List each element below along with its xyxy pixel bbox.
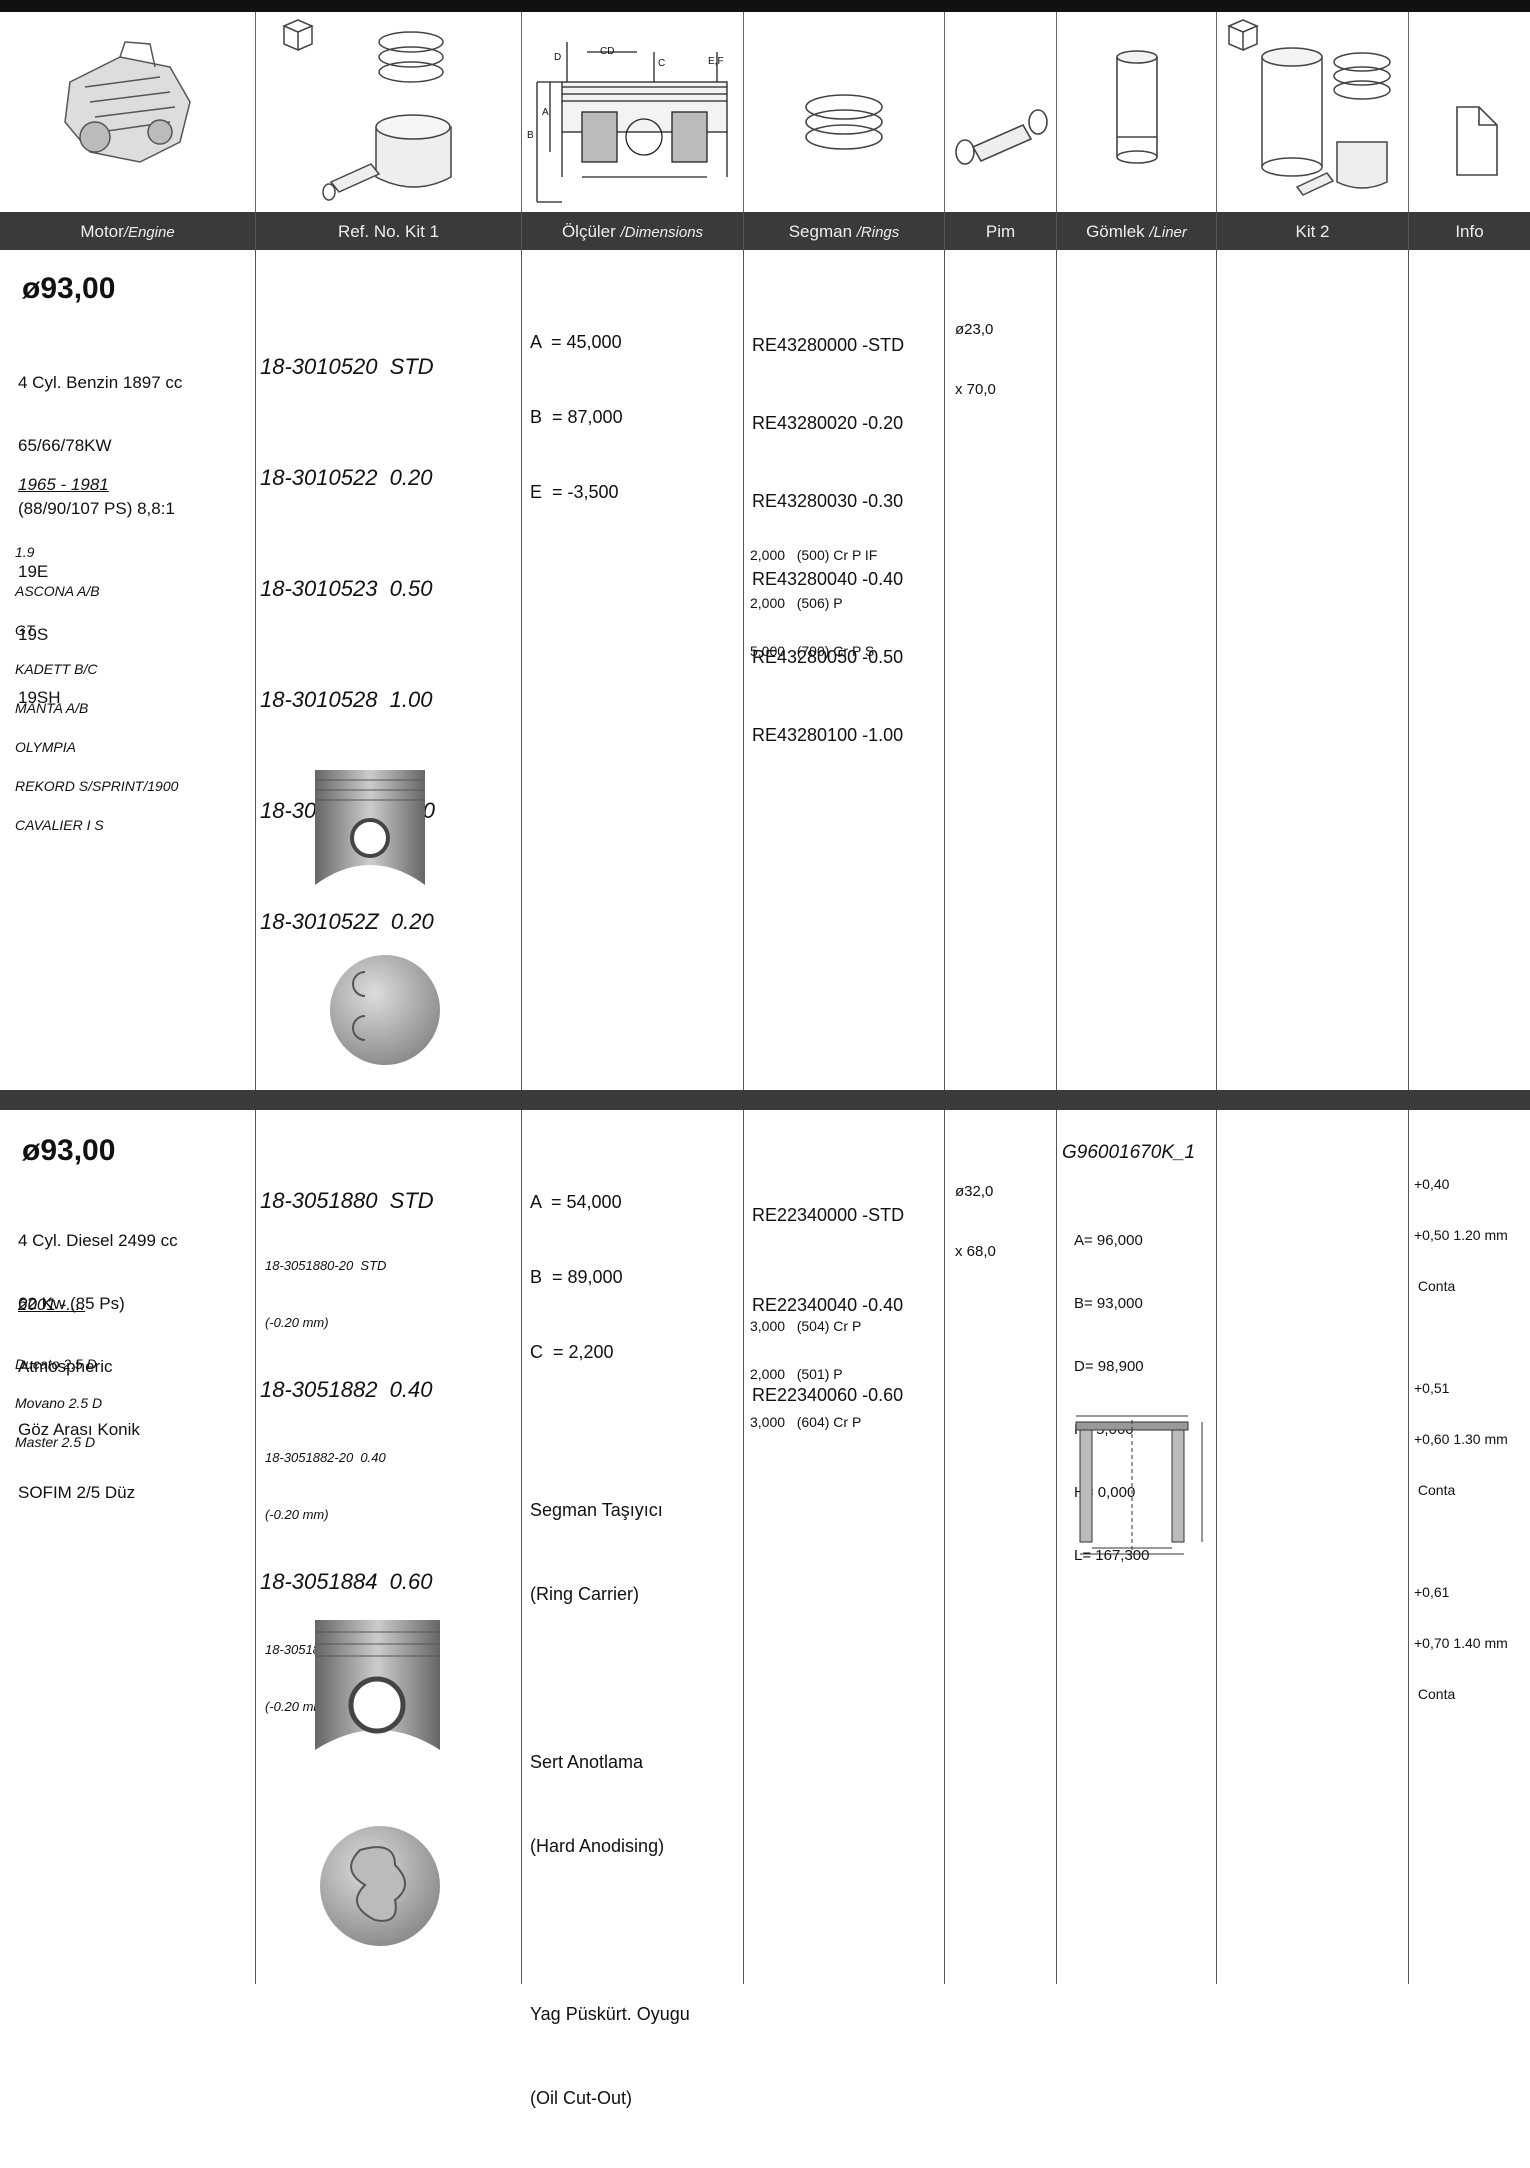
header-liner: Gömlek /Liner <box>1056 212 1216 250</box>
dim-label-a: A <box>542 107 549 118</box>
entry1-years: 1965 - 1981 <box>18 475 109 494</box>
header-pin: Pim <box>944 212 1056 250</box>
dim-label-b: B <box>527 130 534 141</box>
ring-number[interactable]: RE43280000 -STD <box>752 332 904 358</box>
ref-number[interactable]: 18-3010522 0.20 <box>260 459 435 496</box>
liner-cross-section-diagram <box>1075 1415 1203 1555</box>
entry1-diameter: ø93,00 <box>22 272 116 305</box>
entry2-info: +0,40 +0,50 1.20 mm Conta +0,51 +0,60 1.… <box>1414 1176 1508 1702</box>
ring-number[interactable]: RE43280030 -0.30 <box>752 488 904 514</box>
liner-image-cell <box>1056 12 1216 212</box>
ref-number[interactable]: 18-3051882 0.40 <box>260 1372 434 1408</box>
entry2-pin: ø32,0 x 68,0 <box>955 1183 996 1260</box>
piston-kit-icon <box>282 19 452 201</box>
header-dimensions: Ölçüler /Dimensions <box>521 212 743 250</box>
ref-number[interactable]: 18-3051884 0.60 <box>260 1564 434 1600</box>
image-row: D CD C E,F A B <box>0 12 1530 213</box>
header-rings: Segman /Rings <box>743 212 944 250</box>
ring-number[interactable]: RE22340000 -STD <box>752 1200 904 1230</box>
column-divider <box>255 250 256 1984</box>
kit2-image-cell <box>1216 12 1408 212</box>
dim-label-ef: E,F <box>708 56 724 67</box>
rings-icon <box>805 94 883 150</box>
header-info: Info <box>1408 212 1530 250</box>
dim-label-c: C <box>658 58 665 69</box>
top-bar <box>0 0 1530 12</box>
dim-label-d: D <box>554 52 561 63</box>
entry2-ring-specs: 3,000 (504) Cr P 2,000 (501) P 3,000 (60… <box>750 1318 862 1430</box>
liner-icon <box>1116 50 1158 164</box>
header-ref-kit1: Ref. No. Kit 1 <box>255 212 521 250</box>
piston-side-view-image <box>315 770 440 1065</box>
piston-dimension-diagram: D CD C E,F A B <box>527 42 728 203</box>
dim-label-cd: CD <box>600 46 614 57</box>
entry2-years: 2001 -.... <box>18 1295 86 1314</box>
column-divider <box>521 250 522 1984</box>
pin-icon <box>955 109 1048 165</box>
entry1-ring-specs: 2,000 (500) Cr P IF 2,000 (506) P 5,000 … <box>750 547 878 659</box>
entry2-diameter: ø93,00 <box>22 1134 116 1167</box>
kit1-image-cell <box>255 12 521 212</box>
column-divider <box>944 250 945 1984</box>
section-separator <box>0 1090 1530 1110</box>
entry2-features: Segman Taşıyıcı (Ring Carrier) Sert Anot… <box>530 1500 690 2108</box>
dimensions-diagram-cell: D CD C E,F A B <box>521 12 743 212</box>
info-image-cell <box>1408 12 1530 212</box>
header-engine: Motor/Engine <box>80 222 175 241</box>
column-divider <box>1408 250 1409 1984</box>
ref-number[interactable]: 18-3010523 0.50 <box>260 570 435 607</box>
entry1-model-list: 1.9 ASCONA A/B GT KADETT B/C MANTA A/B O… <box>15 544 179 833</box>
ref-number[interactable]: 18-3051880 STD <box>260 1186 434 1216</box>
column-header-bar: Motor/Engine Ref. No. Kit 1 Ölçüler /Dim… <box>0 212 1530 250</box>
entry2-liner-ref[interactable]: G96001670K_1 <box>1062 1142 1195 1163</box>
entry1-dimensions: A = 45,000 B = 87,000 E = -3,500 <box>530 332 623 502</box>
column-divider <box>1216 250 1217 1984</box>
document-icon <box>1456 106 1498 176</box>
header-kit2: Kit 2 <box>1216 212 1408 250</box>
ring-number[interactable]: RE43280100 -1.00 <box>752 722 904 748</box>
pin-image-cell <box>944 12 1056 212</box>
entry2-model-list: Ducato 2.5 D Movano 2.5 D Master 2.5 D <box>15 1356 103 1450</box>
ref-number[interactable]: 18-3010520 STD <box>260 348 435 385</box>
column-divider <box>1056 250 1057 1984</box>
piston-side-view-image <box>315 1620 440 1946</box>
entry2-dimensions: A = 54,000 B = 89,000 C = 2,200 <box>530 1192 623 1362</box>
engine-image-cell <box>0 12 255 212</box>
ring-number[interactable]: RE43280020 -0.20 <box>752 410 904 436</box>
column-divider <box>743 250 744 1984</box>
ref-number[interactable]: 18-3010528 1.00 <box>260 681 435 718</box>
engine-icon <box>64 41 191 163</box>
full-kit-icon <box>1227 19 1391 196</box>
entry1-pin: ø23,0 x 70,0 <box>955 321 996 398</box>
rings-image-cell <box>743 12 944 212</box>
